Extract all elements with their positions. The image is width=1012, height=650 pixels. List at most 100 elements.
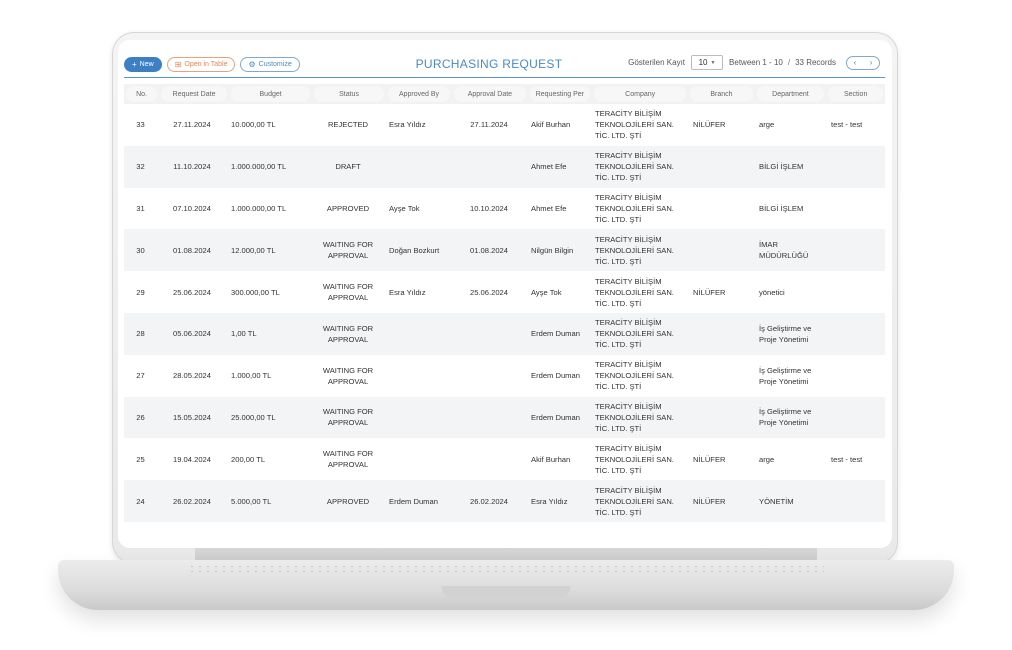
laptop-mockup: + New ⊞ Open in Table ⚙ Customize PURCHA… — [0, 0, 1012, 650]
table-cell: REJECTED — [327, 120, 369, 130]
table-cell: WAITING FOR APPROVAL — [322, 323, 374, 344]
column-header[interactable]: No. — [126, 86, 158, 102]
table-cell: 01.08.2024 — [469, 245, 508, 255]
table-cell: 26.02.2024 — [469, 496, 508, 506]
table-body: 33 27.11.2024 10.000,00 TL REJECTED Esra Yıl… — [124, 104, 885, 522]
app-screen: + New ⊞ Open in Table ⚙ Customize PURCHA… — [118, 40, 892, 548]
table-cell: 25 — [136, 454, 145, 464]
table-cell: WAITING FOR APPROVAL — [322, 282, 374, 303]
table-cell: TERACİTY BİLİŞİM TEKNOLOJİLERİ SAN. TİC.… — [595, 318, 674, 350]
table-cell: TERACİTY BİLİŞİM TEKNOLOJİLERİ SAN. TİC.… — [595, 401, 674, 433]
page-size-select[interactable]: 10 ▼ — [691, 55, 724, 70]
table-cell: 200,00 TL — [231, 454, 266, 464]
chevron-left-icon[interactable]: ‹ — [854, 58, 857, 67]
table-cell: 10.000,00 TL — [231, 120, 276, 130]
table-cell: TERACİTY BİLİŞİM TEKNOLOJİLERİ SAN. TİC.… — [595, 360, 674, 392]
column-header[interactable]: Approval Date — [454, 86, 526, 102]
customize-button[interactable]: ⚙ Customize — [240, 56, 300, 72]
column-header[interactable]: Branch — [690, 86, 753, 102]
column-header[interactable]: Requesting Per — [529, 86, 590, 102]
table-cell: Doğan Bozkurt — [389, 245, 440, 255]
table-cell: 28.05.2024 — [172, 371, 211, 381]
grid-icon: ⊞ — [174, 59, 182, 69]
table-cell: Erdem Duman — [531, 329, 580, 339]
table-cell: NİLÜFER — [693, 496, 726, 506]
table-cell: 33 — [136, 120, 145, 130]
table-cell: DRAFT — [335, 162, 361, 172]
table-cell: 29 — [136, 287, 145, 297]
table-cell: TERACİTY BİLİŞİM TEKNOLOJİLERİ SAN. TİC.… — [595, 443, 674, 475]
table-cell: YÖNETİM — [759, 496, 794, 506]
laptop-keyboard — [188, 564, 824, 574]
table-cell: APPROVED — [326, 496, 370, 506]
table-cell: NİLÜFER — [693, 454, 726, 464]
table-cell: BİLGİ İŞLEM — [759, 203, 804, 213]
table-cell: WAITING FOR APPROVAL — [322, 449, 374, 470]
chevron-right-icon[interactable]: › — [870, 58, 873, 67]
column-header[interactable]: Company — [594, 86, 687, 102]
table-row[interactable]: 26 15.05.2024 25.000,00 TL WAITING FOR APPR… — [124, 396, 885, 439]
column-header[interactable]: Request Date — [161, 86, 228, 102]
table-cell: İş Geliştirme ve Proje Yönetimi — [759, 407, 812, 428]
table-cell: 27.11.2024 — [470, 120, 508, 130]
table-cell: TERACİTY BİLİŞİM TEKNOLOJİLERİ SAN. TİC.… — [595, 109, 674, 141]
table-cell: WAITING FOR APPROVAL — [322, 407, 374, 428]
column-header[interactable]: Approved By — [387, 86, 451, 102]
header-divider — [124, 77, 885, 78]
table-cell: TERACİTY BİLİŞİM TEKNOLOJİLERİ SAN. TİC.… — [595, 234, 674, 266]
table-cell: Akif Burhan — [531, 454, 571, 464]
table-cell: Ayşe Tok — [531, 287, 562, 297]
table-row[interactable]: 30 01.08.2024 12.000,00 TL WAITING FOR APPR… — [124, 229, 885, 272]
table-row[interactable]: 32 11.10.2024 1.000.000,00 TL DRAFT Ahmet Ef… — [124, 145, 885, 188]
table-cell: test - test — [831, 120, 863, 130]
plus-icon: + — [132, 59, 137, 69]
new-button[interactable]: + New — [124, 56, 162, 72]
table-cell: 15.05.2024 — [172, 412, 211, 422]
open-in-table-button[interactable]: ⊞ Open in Table — [166, 56, 236, 72]
table-cell: 27.11.2024 — [173, 120, 211, 130]
table-row[interactable]: 33 27.11.2024 10.000,00 TL REJECTED Esra Yıl… — [124, 104, 885, 146]
table-cell: 5.000,00 TL — [231, 496, 272, 506]
table-cell: 300.000,00 TL — [231, 287, 280, 297]
table-cell: 25.000,00 TL — [231, 412, 276, 422]
table-cell: 28 — [136, 329, 145, 339]
table-cell: 26 — [136, 412, 145, 422]
table-cell: Erdem Duman — [531, 412, 580, 422]
table-row[interactable]: 29 25.06.2024 300.000,00 TL WAITING FOR APP… — [124, 271, 885, 313]
table-row[interactable]: 28 05.06.2024 1,00 TL WAITING FOR APPROVAL E… — [124, 312, 885, 355]
table-cell: TERACİTY BİLİŞİM TEKNOLOJİLERİ SAN. TİC.… — [595, 151, 674, 183]
record-total: 33 Records — [795, 58, 836, 67]
pagination: Gösterilen Kayıt 10 ▼ Between 1 - 10 / 3… — [628, 55, 880, 70]
table-header: No. Request Date Budget Status Approved By Ap… — [124, 84, 885, 104]
table-row[interactable]: 24 26.02.2024 5.000,00 TL APPROVED Erdem Dum… — [124, 480, 885, 522]
table-cell: TERACİTY BİLİŞİM TEKNOLOJİLERİ SAN. TİC.… — [595, 276, 674, 308]
table-cell: 07.10.2024 — [172, 203, 211, 213]
table-cell: Ayşe Tok — [389, 203, 420, 213]
table-cell: Nilgün Bilgin — [531, 245, 574, 255]
table-row[interactable]: 25 19.04.2024 200,00 TL WAITING FOR APPROVA… — [124, 438, 885, 480]
range-separator: / — [787, 58, 791, 67]
table-cell: WAITING FOR APPROVAL — [322, 240, 374, 261]
table-cell: arge — [759, 120, 775, 130]
table-cell: 24 — [136, 496, 145, 506]
table-row[interactable]: 31 07.10.2024 1.000.000,00 TL APPROVED Ayşe … — [124, 188, 885, 230]
table-cell: 11.10.2024 — [173, 162, 211, 172]
column-header[interactable]: Section — [828, 86, 883, 102]
table-cell: Erdem Duman — [389, 496, 438, 506]
gear-icon: ⚙ — [248, 59, 256, 69]
table-row[interactable]: 27 28.05.2024 1.000,00 TL WAITING FOR APPRO… — [124, 355, 885, 397]
table-cell: 25.06.2024 — [469, 287, 508, 297]
table-cell: 10.10.2024 — [469, 203, 508, 213]
table-cell: Esra Yıldız — [389, 287, 426, 297]
table-cell: 1,00 TL — [231, 329, 257, 339]
table-cell: İMAR MÜDÜRLÜĞÜ — [759, 240, 809, 261]
table-cell: 31 — [136, 203, 145, 213]
column-header[interactable]: Department — [756, 86, 825, 102]
table-cell: BİLGİ İŞLEM — [759, 162, 804, 172]
toolbar: + New ⊞ Open in Table ⚙ Customize PURCHA… — [124, 51, 886, 77]
column-header[interactable]: Status — [314, 86, 384, 102]
shown-records-label: Gösterilen Kayıt — [628, 58, 686, 67]
table-cell: Ahmet Efe — [531, 203, 567, 213]
column-header[interactable]: Budget — [231, 86, 311, 102]
record-range: Between 1 - 10 — [729, 58, 783, 67]
